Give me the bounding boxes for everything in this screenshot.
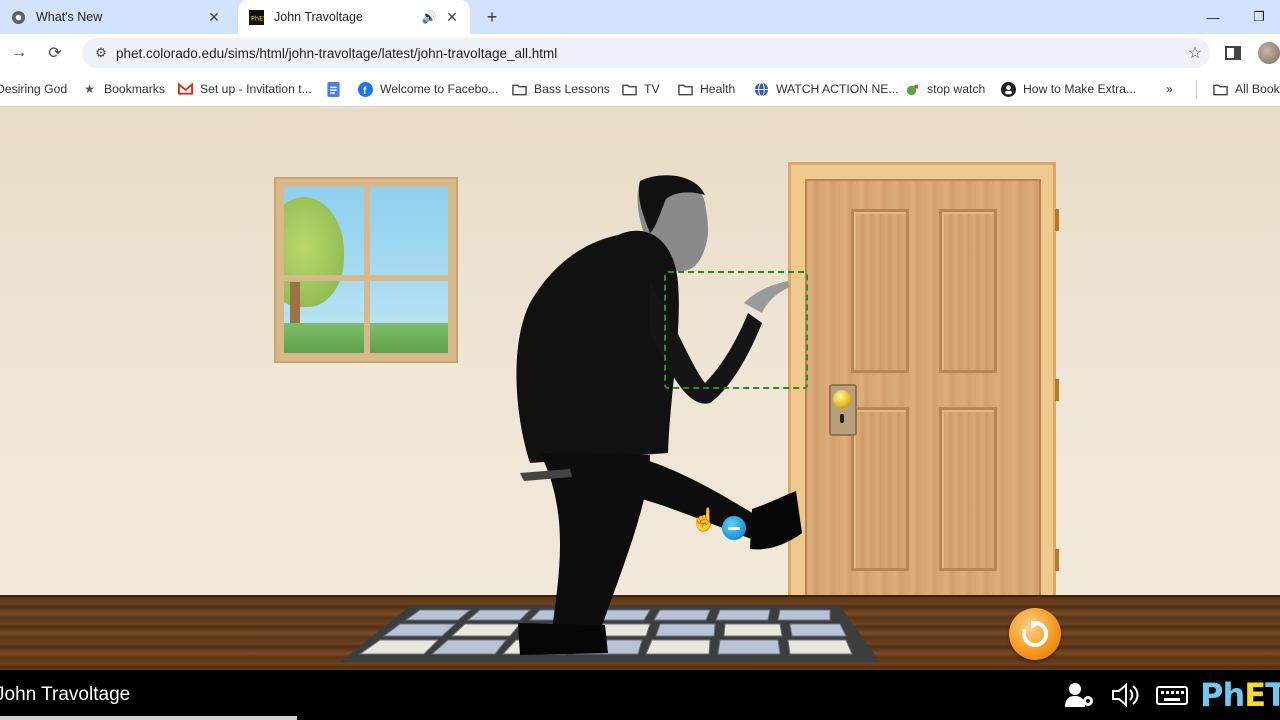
bookmark-bookmarks[interactable]: ★ Bookmarks: [82, 72, 165, 106]
door: [805, 179, 1059, 599]
window-view: [284, 187, 448, 353]
keyhole-icon: [840, 414, 844, 423]
hand-cursor-icon: ☝: [690, 507, 718, 532]
john-travoltage-figure: [516, 175, 802, 655]
door-hinge: [1055, 379, 1059, 401]
globe-icon: [754, 81, 769, 97]
gmail-icon: [178, 82, 193, 97]
phet-navbar: John Travoltage Ph E T: [0, 670, 1280, 720]
browser-toolbar: → ⟳ ⚙ phet.colorado.edu/sims/html/john-t…: [0, 34, 1280, 72]
star-icon: ★: [84, 82, 95, 96]
hand-target-region[interactable]: [664, 271, 808, 389]
tab-title: What's New: [36, 10, 103, 24]
bookmark-desiring-god[interactable]: Desiring God: [0, 72, 67, 106]
door-hinge: [1055, 209, 1059, 231]
phet-logo-text: Ph: [1200, 676, 1245, 714]
door-panel: [851, 209, 909, 373]
svg-text:PhET: PhET: [250, 14, 263, 22]
bookmark-bass-lessons[interactable]: Bass Lessons: [512, 72, 610, 106]
bookmark-tv[interactable]: TV: [622, 72, 660, 106]
door-panel: [939, 209, 997, 373]
person-icon: [1001, 81, 1016, 97]
tab-whats-new[interactable]: What's New ✕: [0, 0, 232, 34]
door-frame: [788, 162, 1059, 599]
tab-john-travoltage[interactable]: PhET John Travoltage 🔊 ✕: [238, 0, 470, 34]
window-mullion: [364, 187, 370, 353]
site-settings-icon[interactable]: ⚙: [86, 45, 116, 61]
bookmark-health[interactable]: Health: [678, 72, 735, 106]
reload-icon[interactable]: ⟳: [42, 40, 68, 66]
reset-arrow-icon: [1022, 620, 1049, 647]
close-tab-icon[interactable]: ✕: [442, 9, 462, 26]
minus-icon: [728, 526, 740, 530]
folder-icon: [622, 82, 637, 97]
bookmark-facebook[interactable]: f Welcome to Facebo...: [358, 72, 498, 106]
bookmark-make-extra[interactable]: How to Make Extra...: [1001, 72, 1136, 106]
keyboard-help-icon[interactable]: [1154, 678, 1190, 712]
minimize-icon[interactable]: —: [1190, 0, 1236, 34]
door-panel: [851, 407, 909, 571]
speaker-icon[interactable]: 🔊: [420, 10, 438, 24]
sim-play-area: ☝: [0, 107, 1280, 670]
facebook-icon: f: [358, 81, 373, 97]
window-mullion: [284, 275, 448, 281]
bookmark-gmail[interactable]: Set up - Invitation t...: [178, 72, 312, 106]
doorknob-ball: [833, 390, 851, 408]
door-panel: [939, 407, 997, 571]
side-panel-icon[interactable]: [1222, 42, 1244, 64]
bookmarks-divider: [1196, 72, 1197, 106]
tab-title: John Travoltage: [274, 10, 363, 24]
phet-logo-e: E: [1244, 676, 1266, 714]
tab-strip: What's New ✕ PhET John Travoltage 🔊 ✕ + …: [0, 0, 1280, 34]
bookmark-all-bookmarks[interactable]: All Book: [1213, 72, 1280, 106]
bookmark-star-icon[interactable]: ☆: [1180, 43, 1210, 63]
phet-logo-t: T: [1265, 676, 1280, 714]
bookmark-docs[interactable]: [326, 72, 348, 106]
sound-icon[interactable]: [1108, 678, 1144, 712]
folder-icon: [512, 82, 527, 97]
bookmarks-bar: Desiring God ★ Bookmarks Set up - Invita…: [0, 72, 1280, 107]
address-bar[interactable]: ⚙ phet.colorado.edu/sims/html/john-travo…: [82, 38, 1210, 68]
preferences-icon[interactable]: [1062, 678, 1098, 712]
restore-icon[interactable]: ❐: [1236, 0, 1280, 34]
url-text[interactable]: phet.colorado.edu/sims/html/john-travolt…: [116, 46, 1180, 61]
stopwatch-icon: [905, 82, 920, 97]
close-tab-icon[interactable]: ✕: [204, 9, 224, 26]
sim-title: John Travoltage: [0, 684, 131, 705]
doorknob[interactable]: [829, 384, 857, 436]
folder-icon: [1213, 82, 1228, 97]
phet-logo[interactable]: Ph E T: [1200, 676, 1280, 714]
door-hinge: [1055, 549, 1059, 571]
folder-icon: [678, 82, 693, 97]
more-bookmarks-icon[interactable]: »: [1166, 72, 1173, 106]
profile-avatar[interactable]: [1258, 42, 1280, 64]
video-progress-strip: [0, 716, 297, 720]
chrome-icon: [10, 9, 26, 25]
docs-icon: [326, 81, 341, 97]
forward-icon[interactable]: →: [6, 40, 32, 66]
reset-all-button[interactable]: [1009, 608, 1061, 660]
bookmark-stop-watch[interactable]: stop watch: [905, 72, 985, 106]
bookmark-watch-action[interactable]: WATCH ACTION NE...: [754, 72, 899, 106]
new-tab-button[interactable]: +: [480, 0, 504, 34]
leg-charge-handle[interactable]: [722, 516, 746, 540]
room-window: [274, 177, 458, 363]
svg-text:f: f: [363, 86, 367, 97]
phet-icon: PhET: [248, 9, 264, 25]
